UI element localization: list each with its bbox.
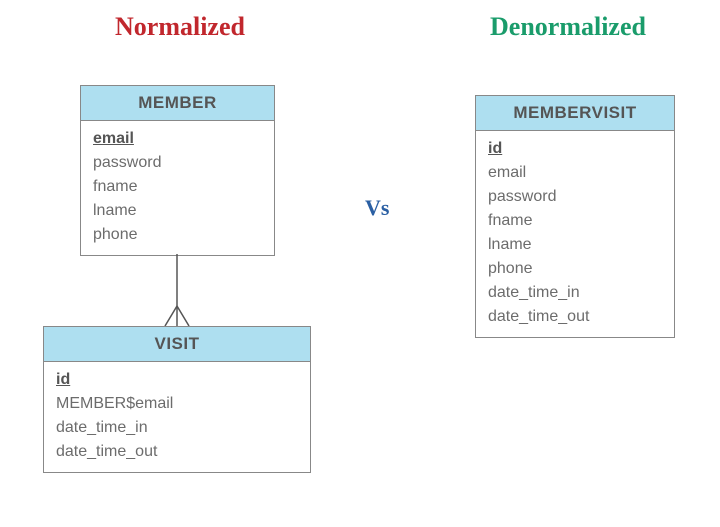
table-visit: VISIT id MEMBER$email date_time_in date_… [43, 326, 311, 473]
field: date_time_out [488, 305, 664, 329]
table-visit-title: VISIT [44, 327, 310, 362]
field: MEMBER$email [56, 392, 300, 416]
field: date_time_out [56, 440, 300, 464]
field: email [488, 161, 664, 185]
table-membervisit: MEMBERVISIT id email password fname lnam… [475, 95, 675, 338]
field: fname [488, 209, 664, 233]
table-membervisit-fields: id email password fname lname phone date… [476, 131, 674, 337]
table-visit-fields: id MEMBER$email date_time_in date_time_o… [44, 362, 310, 472]
field: date_time_in [488, 281, 664, 305]
field: date_time_in [56, 416, 300, 440]
field: id [56, 368, 300, 392]
field: id [488, 137, 664, 161]
field: lname [488, 233, 664, 257]
field: password [488, 185, 664, 209]
table-membervisit-title: MEMBERVISIT [476, 96, 674, 131]
field: phone [488, 257, 664, 281]
